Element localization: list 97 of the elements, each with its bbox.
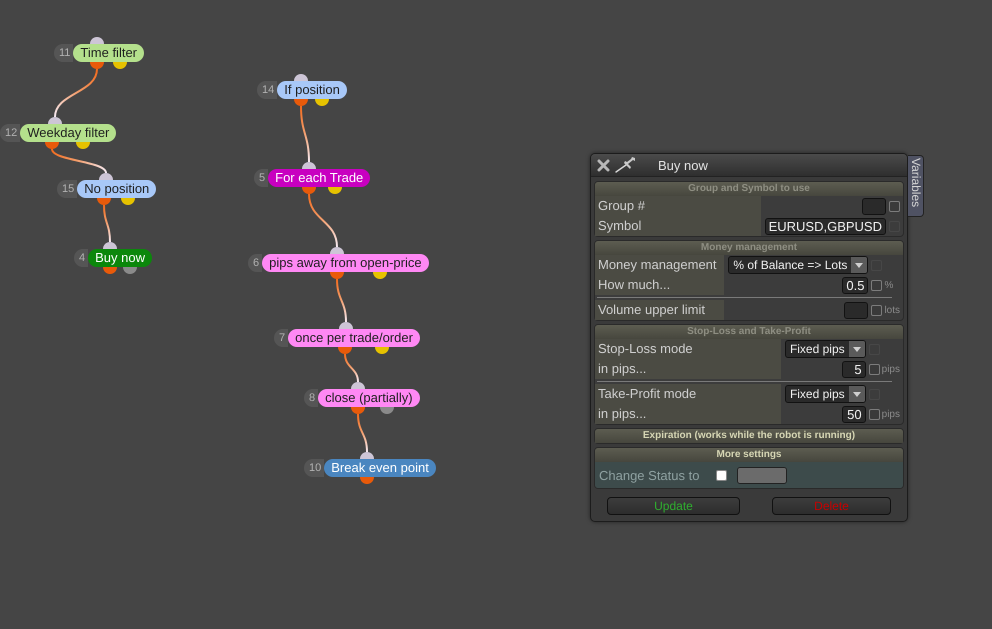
- output-port-icon[interactable]: [97, 198, 111, 205]
- node-label[interactable]: Buy now: [88, 249, 152, 267]
- setting-label: Money management: [595, 255, 724, 275]
- input-port-icon[interactable]: [103, 242, 117, 249]
- caret-icon: [851, 257, 868, 273]
- setting-label: in pips...: [595, 359, 781, 379]
- node-label[interactable]: No position: [77, 180, 156, 198]
- unit-label: %: [884, 280, 894, 290]
- connector-line: [344, 354, 359, 382]
- unit-label: pips: [882, 408, 900, 420]
- output-port-icon[interactable]: [302, 187, 316, 194]
- output-port-icon[interactable]: [373, 272, 387, 279]
- checkbox[interactable]: [871, 304, 882, 316]
- update-button[interactable]: Update: [607, 497, 740, 515]
- setting-label: Volume upper limit: [595, 300, 724, 320]
- input-field[interactable]: [862, 198, 886, 214]
- dropdown[interactable]: % of Balance => Lots: [728, 256, 868, 274]
- input-field[interactable]: 50: [842, 406, 866, 422]
- input-port-icon[interactable]: [90, 37, 104, 44]
- output-port-icon[interactable]: [360, 477, 374, 484]
- node-label[interactable]: Break even point: [324, 459, 436, 477]
- window-title: Buy now: [658, 158, 708, 172]
- setting-label: in pips...: [595, 404, 781, 424]
- setting-label: Symbol: [595, 216, 761, 236]
- output-port-icon[interactable]: [123, 267, 137, 274]
- input-port-icon[interactable]: [302, 162, 316, 169]
- connector-line: [336, 278, 347, 322]
- input-port-icon[interactable]: [99, 173, 113, 180]
- node-number: 15: [57, 180, 78, 198]
- input-port-icon[interactable]: [360, 452, 374, 459]
- connector-line: [51, 148, 107, 174]
- output-port-icon[interactable]: [351, 407, 365, 414]
- node-number: 4: [74, 249, 88, 267]
- caret-icon: [848, 386, 865, 402]
- output-port-icon[interactable]: [375, 347, 389, 354]
- input-port-icon[interactable]: [339, 322, 353, 329]
- node-label[interactable]: Weekday filter: [20, 124, 116, 142]
- input-port-icon[interactable]: [48, 117, 62, 124]
- status-field[interactable]: [737, 466, 787, 484]
- output-port-icon[interactable]: [76, 142, 90, 149]
- side-tab[interactable]: Variables: [908, 155, 924, 217]
- node-label[interactable]: pips away from open-price: [262, 254, 429, 272]
- pin-icon[interactable]: [615, 157, 637, 173]
- node-number: 7: [274, 329, 288, 347]
- node-label[interactable]: If position: [277, 81, 347, 99]
- output-port-icon[interactable]: [338, 347, 352, 354]
- status-label: Change Status to: [599, 468, 700, 482]
- setting-label: Take-Profit mode: [595, 384, 781, 404]
- connector-line: [308, 194, 338, 248]
- caret-icon: [848, 341, 865, 357]
- dropdown[interactable]: Fixed pips: [784, 385, 866, 403]
- input-field[interactable]: [844, 302, 868, 318]
- input-port-icon[interactable]: [351, 382, 365, 389]
- setting-label: Stop-Loss mode: [595, 339, 781, 359]
- node-label[interactable]: close (partially): [318, 389, 420, 407]
- node-label[interactable]: Time filter: [73, 44, 144, 62]
- node-number: 5: [254, 169, 268, 187]
- input-field[interactable]: 0.5: [842, 276, 868, 294]
- section-header[interactable]: Expiration (works while the robot is running): [595, 429, 903, 443]
- connector-line: [357, 414, 368, 452]
- close-icon[interactable]: [597, 158, 610, 172]
- checkbox[interactable]: [871, 280, 882, 290]
- checkbox[interactable]: [868, 364, 880, 374]
- connector-line: [103, 204, 111, 242]
- connector-line: [54, 68, 98, 118]
- node-number: 10: [304, 459, 324, 477]
- node-number: 8: [304, 389, 318, 407]
- setting-label: How much...: [595, 275, 724, 295]
- output-port-icon[interactable]: [103, 267, 117, 274]
- output-port-icon[interactable]: [113, 62, 127, 69]
- output-port-icon[interactable]: [294, 99, 308, 106]
- unit-label: pips: [882, 364, 900, 374]
- node-number: 14: [257, 81, 278, 99]
- output-port-icon[interactable]: [45, 142, 59, 149]
- output-port-icon[interactable]: [121, 198, 135, 205]
- output-port-icon[interactable]: [328, 187, 342, 194]
- node-label[interactable]: once per trade/order: [288, 329, 420, 347]
- unit-label: lots: [884, 304, 900, 316]
- output-port-icon[interactable]: [380, 407, 394, 414]
- output-port-icon[interactable]: [330, 272, 344, 279]
- node-number: 11: [54, 44, 74, 62]
- input-field[interactable]: EURUSD,GBPUSD: [764, 218, 886, 234]
- input-field[interactable]: 5: [842, 360, 866, 378]
- checkbox[interactable]: [868, 408, 880, 420]
- output-port-icon[interactable]: [90, 62, 104, 69]
- checkbox[interactable]: [716, 470, 727, 480]
- input-port-icon[interactable]: [330, 247, 344, 254]
- node-number: 6: [248, 254, 262, 272]
- input-port-icon[interactable]: [294, 74, 308, 81]
- node-number: 12: [0, 124, 20, 142]
- dropdown[interactable]: Fixed pips: [784, 340, 866, 358]
- checkbox[interactable]: [889, 200, 900, 212]
- node-label[interactable]: For each Trade: [268, 169, 370, 187]
- section-header[interactable]: More settings: [595, 448, 903, 462]
- output-port-icon[interactable]: [315, 99, 329, 106]
- setting-label: Group #: [595, 196, 761, 216]
- connector-line: [300, 106, 310, 162]
